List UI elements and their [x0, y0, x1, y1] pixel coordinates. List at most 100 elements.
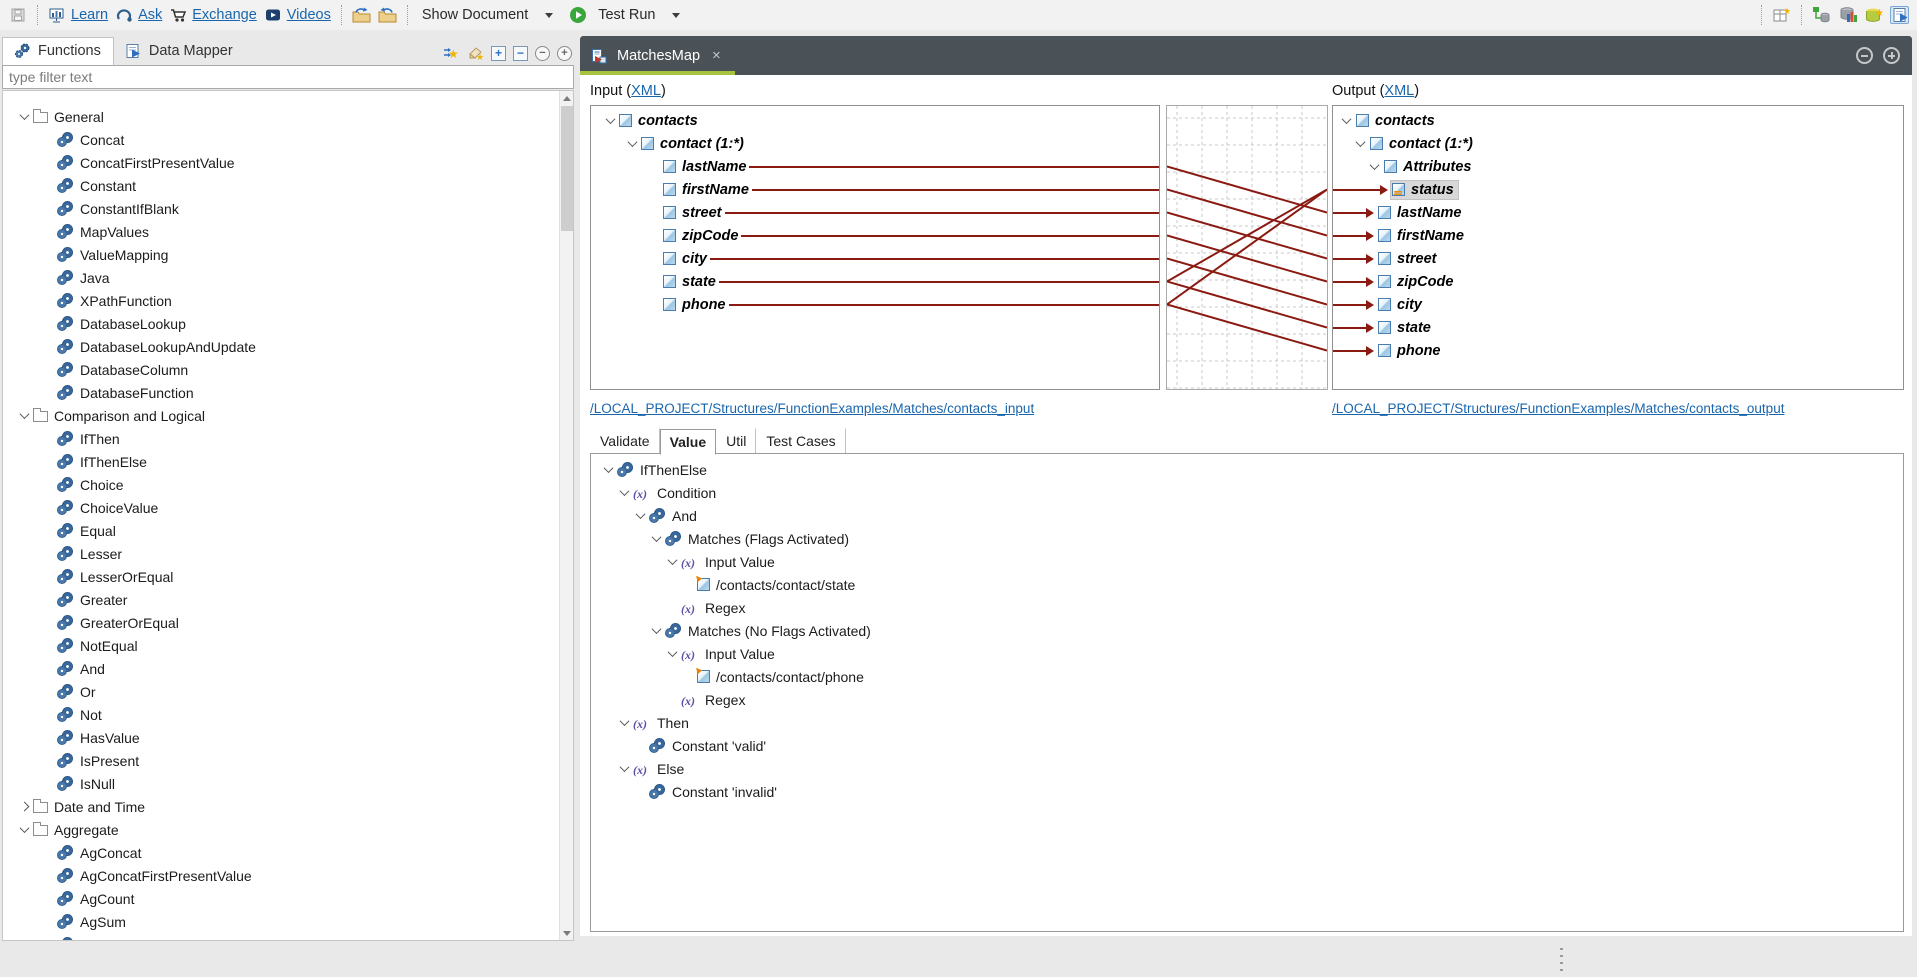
output-node-row[interactable]: firstName [1333, 224, 1903, 247]
bottom-tab[interactable]: Value [660, 429, 717, 455]
value-tree-row[interactable]: Regex [591, 688, 1903, 711]
test-run-dropdown-icon[interactable] [672, 13, 680, 18]
input-structure-link[interactable]: /LOCAL_PROJECT/Structures/FunctionExampl… [590, 401, 1034, 416]
new-database-icon[interactable]: ★ [1864, 6, 1883, 24]
add-favorite-icon[interactable]: ★ [443, 45, 460, 61]
mapping-arrow[interactable] [1333, 339, 1373, 362]
chevron-icon[interactable] [647, 623, 665, 639]
function-tree-row[interactable]: IsPresent [3, 749, 573, 772]
value-tree-row[interactable]: Constant 'valid' [591, 734, 1903, 757]
function-tree-row[interactable] [3, 933, 573, 941]
value-tree-row[interactable]: /contacts/contact/state [591, 573, 1903, 596]
mapping-line[interactable] [719, 281, 1159, 283]
bottom-tab[interactable]: Util [716, 428, 756, 454]
output-node-row[interactable]: status [1333, 178, 1903, 201]
collapse-all-icon[interactable]: − [513, 46, 528, 61]
function-tree-row[interactable]: General [3, 105, 573, 128]
function-tree-row[interactable]: Concat [3, 128, 573, 151]
function-tree-row[interactable]: AgCount [3, 887, 573, 910]
function-tree-row[interactable]: IfThenElse [3, 450, 573, 473]
function-tree-row[interactable]: IfThen [3, 427, 573, 450]
function-tree-row[interactable]: Comparison and Logical [3, 404, 573, 427]
show-document-dropdown-icon[interactable] [545, 13, 553, 18]
tab-data-mapper[interactable]: Data Mapper [114, 38, 245, 65]
test-run-button[interactable]: Test Run [598, 7, 655, 23]
mapping-arrow[interactable] [1333, 178, 1387, 201]
function-tree-row[interactable]: DatabaseFunction [3, 381, 573, 404]
mapping-line[interactable] [752, 189, 1159, 191]
mapping-arrow[interactable] [1333, 247, 1373, 270]
value-tree-row[interactable]: /contacts/contact/phone [591, 665, 1903, 688]
bottom-tab[interactable]: Test Cases [756, 428, 845, 454]
function-tree-row[interactable]: GreaterOrEqual [3, 611, 573, 634]
output-node-row[interactable]: city [1333, 293, 1903, 316]
chevron-icon[interactable] [15, 109, 33, 125]
mapping-arrow[interactable] [1333, 293, 1373, 316]
output-structure-link[interactable]: /LOCAL_PROJECT/Structures/FunctionExampl… [1332, 401, 1784, 416]
output-xml-link[interactable]: XML [1384, 83, 1414, 99]
function-tree-row[interactable]: DatabaseColumn [3, 358, 573, 381]
minimize-icon[interactable] [1856, 47, 1873, 64]
bottom-tab[interactable]: Validate [590, 428, 660, 454]
mapping-line[interactable] [725, 212, 1160, 214]
input-node-row[interactable]: street [591, 201, 1159, 224]
mapping-canvas[interactable] [1166, 105, 1328, 390]
input-node-row[interactable]: state [591, 270, 1159, 293]
input-node-row[interactable]: lastName [591, 155, 1159, 178]
chevron-icon[interactable] [15, 408, 33, 424]
mapping-arrow[interactable] [1333, 224, 1373, 247]
function-tree-row[interactable]: LesserOrEqual [3, 565, 573, 588]
function-tree-row[interactable]: Lesser [3, 542, 573, 565]
function-tree-row[interactable]: ConstantIfBlank [3, 197, 573, 220]
input-node-row[interactable]: firstName [591, 178, 1159, 201]
chevron-icon[interactable] [1337, 113, 1355, 129]
maximize-icon[interactable] [1883, 47, 1900, 64]
function-tree-row[interactable]: MapValues [3, 220, 573, 243]
chevron-icon[interactable] [663, 646, 681, 662]
learn-link[interactable]: Learn [48, 6, 108, 24]
input-node-row[interactable]: city [591, 247, 1159, 270]
value-tree-row[interactable]: Input Value [591, 550, 1903, 573]
value-tree-row[interactable]: Matches (Flags Activated) [591, 527, 1903, 550]
function-tree-row[interactable]: HasValue [3, 726, 573, 749]
chevron-icon[interactable] [647, 531, 665, 547]
chevron-icon[interactable] [615, 761, 633, 777]
mapping-line[interactable] [749, 166, 1159, 168]
chevron-icon[interactable] [615, 715, 633, 731]
value-tree-row[interactable]: IfThenElse [591, 458, 1903, 481]
chevron-icon[interactable] [631, 508, 649, 524]
test-run-icon[interactable] [568, 6, 587, 24]
mapping-arrow[interactable] [1333, 316, 1373, 339]
value-tree-row[interactable]: Condition [591, 481, 1903, 504]
output-node-row[interactable]: contact (1:*) [1333, 132, 1903, 155]
close-tab-icon[interactable]: × [712, 47, 721, 64]
save-icon[interactable] [8, 6, 27, 24]
input-node-row[interactable]: contacts [591, 109, 1159, 132]
function-tree-row[interactable]: Constant [3, 174, 573, 197]
tab-matchesmap[interactable]: MatchesMap × [580, 36, 735, 75]
function-tree-row[interactable]: ConcatFirstPresentValue [3, 151, 573, 174]
value-tree-row[interactable]: Input Value [591, 642, 1903, 665]
value-tree-row[interactable]: Matches (No Flags Activated) [591, 619, 1903, 642]
input-node-row[interactable]: phone [591, 293, 1159, 316]
input-xml-link[interactable]: XML [631, 83, 661, 99]
chevron-icon[interactable] [1351, 136, 1369, 152]
function-tree-row[interactable]: DatabaseLookup [3, 312, 573, 335]
chevron-icon[interactable] [599, 462, 617, 478]
chevron-icon[interactable] [623, 136, 641, 152]
statusbar-drag-handle[interactable] [1560, 948, 1563, 972]
folder-commit-icon[interactable] [378, 6, 397, 24]
new-report-icon[interactable]: ★ [1772, 6, 1791, 24]
function-tree-row[interactable]: AgConcatFirstPresentValue [3, 864, 573, 887]
function-tree-row[interactable]: XPathFunction [3, 289, 573, 312]
output-node-row[interactable]: street [1333, 247, 1903, 270]
input-node-row[interactable]: zipCode [591, 224, 1159, 247]
function-tree-row[interactable]: IsNull [3, 772, 573, 795]
function-tree-row[interactable]: And [3, 657, 573, 680]
value-tree-row[interactable]: Constant 'invalid' [591, 780, 1903, 803]
function-tree-row[interactable]: Date and Time [3, 795, 573, 818]
mapping-arrow[interactable] [1333, 201, 1373, 224]
chevron-icon[interactable] [615, 485, 633, 501]
mapping-line[interactable] [729, 304, 1160, 306]
ask-link[interactable]: Ask [115, 6, 162, 24]
